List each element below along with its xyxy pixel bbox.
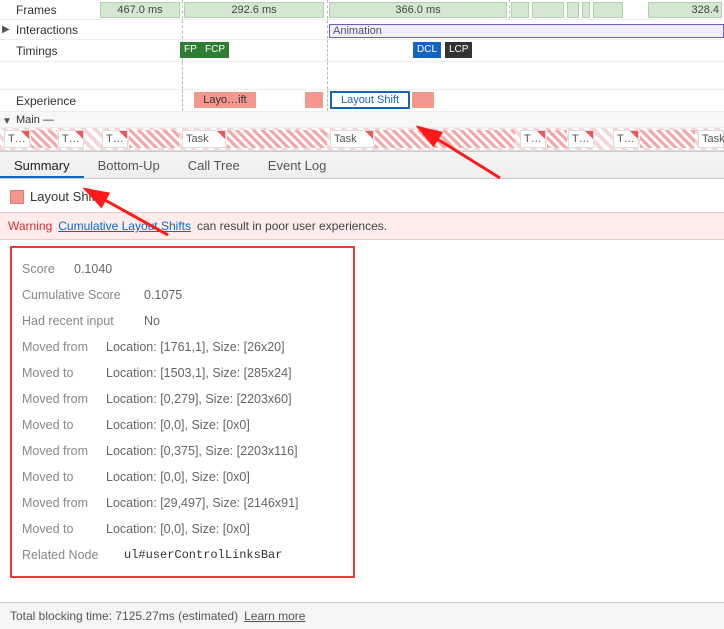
- warning-link[interactable]: Cumulative Layout Shifts: [58, 219, 191, 233]
- warning-bar: Warning Cumulative Layout Shifts can res…: [0, 212, 724, 240]
- frame-block[interactable]: 328.4: [648, 2, 722, 18]
- warning-label: Warning: [8, 219, 52, 233]
- timing-fp[interactable]: FP: [180, 42, 201, 58]
- track-label-interactions: Interactions: [0, 23, 100, 37]
- frame-block[interactable]: 366.0 ms: [329, 2, 507, 18]
- detail-row: Moved toLocation: [0,0], Size: [0x0]: [22, 412, 343, 438]
- timing-dcl[interactable]: DCL: [413, 42, 441, 58]
- task-block[interactable]: T…: [520, 130, 546, 148]
- footer-bar: Total blocking time: 7125.27ms (estimate…: [0, 602, 724, 629]
- track-timings[interactable]: Timings FP FCP DCL LCP: [0, 40, 724, 62]
- detail-row-score: Score0.1040: [22, 256, 343, 282]
- summary-panel: Layout Shift: [0, 179, 724, 204]
- timing-fcp[interactable]: FCP: [201, 42, 229, 58]
- task-block[interactable]: T…: [4, 130, 30, 148]
- layout-shift-block-small[interactable]: [412, 92, 434, 108]
- track-label-frames: Frames: [0, 3, 100, 17]
- timeline-panel[interactable]: Frames 467.0 ms 292.6 ms 366.0 ms 328.4 …: [0, 0, 724, 151]
- track-label-main: Main —: [0, 114, 100, 126]
- tab-bottom-up[interactable]: Bottom-Up: [84, 152, 174, 178]
- tab-event-log[interactable]: Event Log: [254, 152, 341, 178]
- learn-more-link[interactable]: Learn more: [244, 609, 305, 623]
- task-block[interactable]: Task: [330, 130, 374, 148]
- animation-bar[interactable]: Animation: [329, 24, 724, 38]
- track-main[interactable]: T… T… T… Task Task T… T… T… Task: [0, 128, 724, 150]
- detail-row-related: Related Node ul#userControlLinksBar: [22, 542, 343, 568]
- detail-row: Moved fromLocation: [29,497], Size: [214…: [22, 490, 343, 516]
- tab-summary[interactable]: Summary: [0, 152, 84, 178]
- layout-shift-block[interactable]: Layo…ift: [194, 92, 256, 108]
- disclosure-icon[interactable]: ▶: [2, 24, 10, 35]
- layout-shift-block-selected[interactable]: Layout Shift: [331, 92, 409, 108]
- task-block[interactable]: T…: [102, 130, 128, 148]
- frame-block[interactable]: [582, 2, 590, 18]
- tab-call-tree[interactable]: Call Tree: [174, 152, 254, 178]
- timing-lcp[interactable]: LCP: [445, 42, 472, 58]
- detail-row-cumscore: Cumulative Score0.1075: [22, 282, 343, 308]
- track-frames[interactable]: Frames 467.0 ms 292.6 ms 366.0 ms 328.4: [0, 0, 724, 20]
- detail-row: Moved fromLocation: [0,375], Size: [2203…: [22, 438, 343, 464]
- track-label-timings: Timings: [0, 44, 100, 58]
- track-experience[interactable]: Experience Layo…ift Layout Shift: [0, 90, 724, 112]
- frame-block[interactable]: [567, 2, 579, 18]
- layout-shift-block-small[interactable]: [305, 92, 323, 108]
- warning-text: can result in poor user experiences.: [197, 219, 387, 233]
- frame-block[interactable]: [532, 2, 564, 18]
- track-spacer: [0, 62, 724, 90]
- frame-block[interactable]: [593, 2, 623, 18]
- event-color-swatch: [10, 190, 24, 204]
- disclosure-down-icon[interactable]: ▼: [2, 116, 12, 127]
- frame-block[interactable]: 467.0 ms: [100, 2, 180, 18]
- event-title: Layout Shift: [30, 189, 99, 204]
- track-main-header[interactable]: ▼ Main —: [0, 112, 724, 128]
- task-block[interactable]: T…: [613, 130, 639, 148]
- track-label-experience: Experience: [0, 94, 100, 108]
- detail-row: Moved fromLocation: [0,279], Size: [2203…: [22, 386, 343, 412]
- blocking-time-text: Total blocking time: 7125.27ms (estimate…: [10, 609, 238, 623]
- task-block[interactable]: T…: [58, 130, 84, 148]
- detail-row: Moved toLocation: [0,0], Size: [0x0]: [22, 516, 343, 542]
- task-block[interactable]: Task: [698, 130, 724, 148]
- task-block[interactable]: Task: [182, 130, 226, 148]
- detail-row-hadinput: Had recent inputNo: [22, 308, 343, 334]
- track-interactions[interactable]: ▶ Interactions Animation: [0, 20, 724, 40]
- related-node-link[interactable]: ul#userControlLinksBar: [124, 548, 282, 562]
- details-box: Score0.1040 Cumulative Score0.1075 Had r…: [10, 246, 355, 578]
- task-block[interactable]: T…: [568, 130, 594, 148]
- detail-row: Moved toLocation: [0,0], Size: [0x0]: [22, 464, 343, 490]
- frame-block[interactable]: 292.6 ms: [184, 2, 324, 18]
- frame-block[interactable]: [511, 2, 529, 18]
- detail-row: Moved fromLocation: [1761,1], Size: [26x…: [22, 334, 343, 360]
- detail-row: Moved toLocation: [1503,1], Size: [285x2…: [22, 360, 343, 386]
- details-tabs: Summary Bottom-Up Call Tree Event Log: [0, 151, 724, 179]
